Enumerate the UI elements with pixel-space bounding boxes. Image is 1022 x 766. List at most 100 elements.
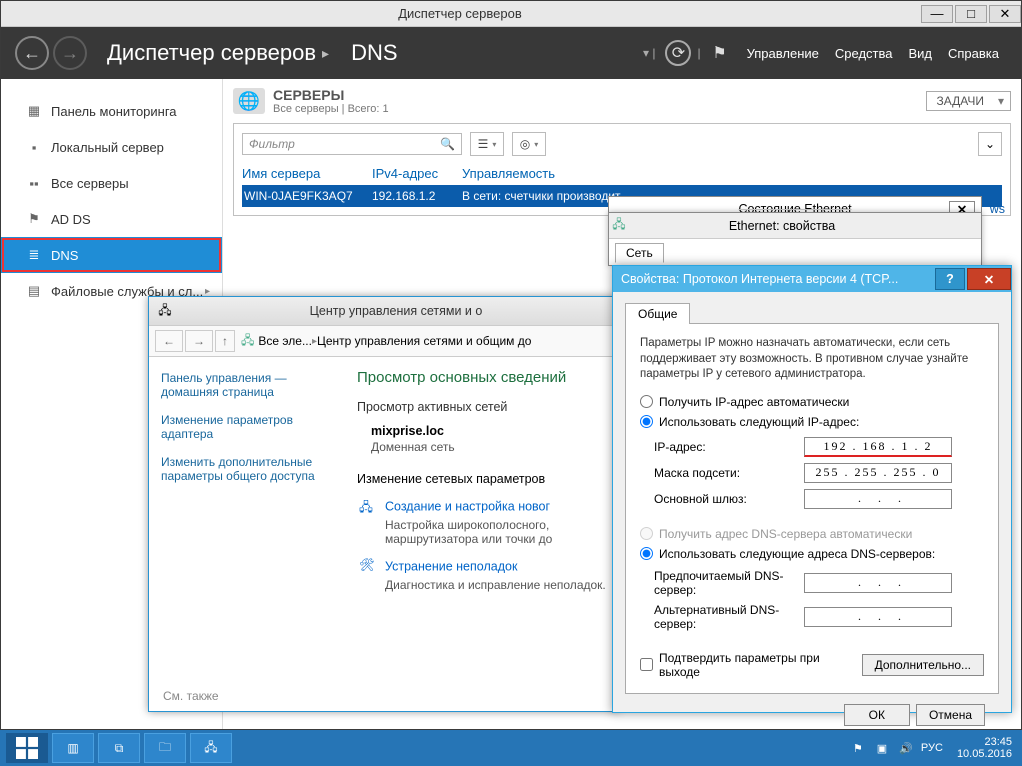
input-dns1[interactable]: . . . [804, 573, 952, 593]
network-icon: 🖧 [155, 301, 175, 322]
sm-header: ← → Диспетчер серверов ▸ DNS ▾ | ⟳ | ⚑ У… [1, 27, 1021, 79]
advanced-button[interactable]: Дополнительно... [862, 654, 984, 676]
link-setup-connection[interactable]: 🖧Создание и настройка новог [385, 498, 609, 516]
sidebar-item-dns[interactable]: ≣DNS [1, 237, 222, 273]
taskbar-network[interactable]: 🖧 [190, 733, 232, 763]
nav-back-button[interactable]: ← [155, 330, 183, 352]
filter-options-button[interactable]: ☰ [470, 132, 504, 156]
link-sharing-settings[interactable]: Изменить дополнительные параметры общего… [161, 455, 337, 483]
troubleshoot-desc: Диагностика и исправление неполадок. [385, 578, 609, 592]
nav-forward-button[interactable]: → [185, 330, 213, 352]
crumb-all[interactable]: Все эле... [258, 334, 312, 348]
tray-flag-icon[interactable]: ⚑ [849, 742, 867, 755]
sidebar-item-dashboard[interactable]: ▦Панель мониторинга [1, 93, 222, 129]
col-manageability[interactable]: Управляемость [462, 166, 992, 181]
tasks-dropdown[interactable]: ЗАДАЧИ [926, 91, 1011, 111]
search-icon[interactable]: 🔍 [440, 137, 455, 151]
menu-tools[interactable]: Средства [835, 46, 893, 61]
server-icon: ▪ [25, 140, 43, 154]
files-icon: ▤ [25, 284, 43, 298]
system-tray: ⚑ ▣ 🔊 РУС 23:45 10.05.2016 [849, 736, 1016, 760]
radio-ip-manual[interactable] [640, 415, 653, 428]
minimize-button[interactable]: — [921, 5, 953, 23]
radio-ip-auto[interactable] [640, 395, 653, 408]
tab-network[interactable]: Сеть [615, 243, 664, 263]
maximize-button[interactable]: □ [955, 5, 987, 23]
tray-volume-icon[interactable]: 🔊 [897, 742, 915, 755]
nc-nav: ← → ↑ 🖧 Все эле... ▸ Центр управления се… [149, 325, 617, 357]
dns-icon: ≣ [25, 248, 43, 262]
change-settings-label: Изменение сетевых параметров [357, 472, 609, 486]
sidebar-item-label: Локальный сервер [51, 140, 164, 155]
panel-subtitle: Все серверы | Всего: 1 [273, 103, 389, 115]
filter-input[interactable]: Фильтр🔍 [242, 133, 462, 155]
nav-forward-button[interactable]: → [53, 36, 87, 70]
menu-manage[interactable]: Управление [747, 46, 819, 61]
sidebar-item-adds[interactable]: ⚑AD DS [1, 201, 222, 237]
cancel-button[interactable]: Отмена [916, 704, 985, 726]
close-button[interactable]: ✕ [967, 268, 1011, 290]
tray-lang[interactable]: РУС [921, 742, 943, 754]
breadcrumb-root[interactable]: Диспетчер серверов [107, 40, 316, 66]
help-button[interactable]: ? [935, 268, 965, 290]
tab-general[interactable]: Общие [625, 303, 690, 324]
checkbox-confirm[interactable]: Подтвердить параметры при выходе [640, 651, 862, 679]
taskbar-server-manager[interactable]: ▥ [52, 733, 94, 763]
table-header: Имя сервера IPv4-адрес Управляемость [242, 166, 1002, 181]
troubleshoot-icon: 🛠 [359, 558, 381, 576]
setup-icon: 🖧 [359, 498, 381, 516]
radio-ip-manual-label: Использовать следующий IP-адрес: [659, 415, 859, 429]
input-dns2[interactable]: . . . [804, 607, 952, 627]
ipv4-desc: Параметры IP можно назначать автоматичес… [640, 336, 984, 383]
nav-back-button[interactable]: ← [15, 36, 49, 70]
chevron-right-icon: ▸ [322, 45, 329, 62]
taskbar-powershell[interactable]: ⧉ [98, 733, 140, 763]
menu-help[interactable]: Справка [948, 46, 999, 61]
eth-title: Ethernet: свойства [629, 219, 935, 233]
sidebar-item-label: Панель мониторинга [51, 104, 177, 119]
taskbar-explorer[interactable]: 🗀 [144, 733, 186, 763]
checkbox-confirm-input[interactable] [640, 658, 653, 671]
radio-dns-manual[interactable] [640, 547, 653, 560]
col-server-name[interactable]: Имя сервера [242, 166, 362, 181]
expand-button[interactable]: ⌄ [978, 132, 1002, 156]
menu-view[interactable]: Вид [908, 46, 932, 61]
tray-clock[interactable]: 23:45 10.05.2016 [957, 736, 1012, 760]
radio-ip-auto-label: Получить IP-адрес автоматически [659, 395, 849, 409]
nc-left-pane: Панель управления — домашняя страница Из… [149, 357, 349, 711]
radio-dns-manual-label: Использовать следующие адреса DNS-сервер… [659, 547, 935, 561]
col-ipv4[interactable]: IPv4-адрес [372, 166, 452, 181]
chevron-right-icon: ▸ [205, 286, 210, 297]
domain-type: Доменная сеть [371, 440, 609, 454]
ethernet-properties-window: 🖧 Ethernet: свойства x Сеть [608, 212, 982, 266]
servers-panel-icon: 🌐 [233, 88, 265, 114]
sidebar-item-all-servers[interactable]: ▪▪Все серверы [1, 165, 222, 201]
ipv4-properties-window: Свойства: Протокол Интернета версии 4 (T… [612, 265, 1012, 713]
input-mask[interactable]: 255 . 255 . 255 . 0 [804, 463, 952, 483]
label-mask: Маска подсети: [654, 466, 804, 480]
link-home[interactable]: Панель управления — домашняя страница [161, 371, 337, 399]
nc-titlebar: 🖧 Центр управления сетями и о [149, 297, 617, 325]
tray-action-center-icon[interactable]: ▣ [873, 742, 891, 755]
refresh-icon[interactable]: ⟳ [665, 40, 691, 66]
ok-button[interactable]: ОК [844, 704, 910, 726]
start-button[interactable] [6, 733, 48, 763]
adapter-icon: 🖧 [609, 215, 629, 236]
nav-up-button[interactable]: ↑ [215, 330, 235, 352]
link-troubleshoot[interactable]: 🛠Устранение неполадок [385, 558, 609, 576]
cell-ipv4: 192.168.1.2 [372, 189, 452, 203]
nc-heading: Просмотр основных сведений [357, 369, 609, 386]
input-ip[interactable]: 192 . 168 . 1 . 2 [804, 437, 952, 457]
input-gateway[interactable]: . . . [804, 489, 952, 509]
tag-options-button[interactable]: ◎ [512, 132, 546, 156]
label-ip: IP-адрес: [654, 440, 804, 454]
close-button[interactable]: ✕ [989, 5, 1021, 23]
sm-title: Диспетчер серверов [1, 6, 919, 21]
sidebar-item-local-server[interactable]: ▪ Локальный сервер [1, 129, 222, 165]
ipv4-title: Свойства: Протокол Интернета версии 4 (T… [621, 272, 898, 286]
crumb-here[interactable]: Центр управления сетями и общим до [317, 334, 531, 348]
label-dns2: Альтернативный DNS-сервер: [654, 603, 804, 631]
link-adapter-settings[interactable]: Изменение параметров адаптера [161, 413, 337, 441]
radio-dns-auto-label: Получить адрес DNS-сервера автоматически [659, 527, 912, 541]
flag-icon[interactable]: ⚑ [707, 40, 733, 66]
